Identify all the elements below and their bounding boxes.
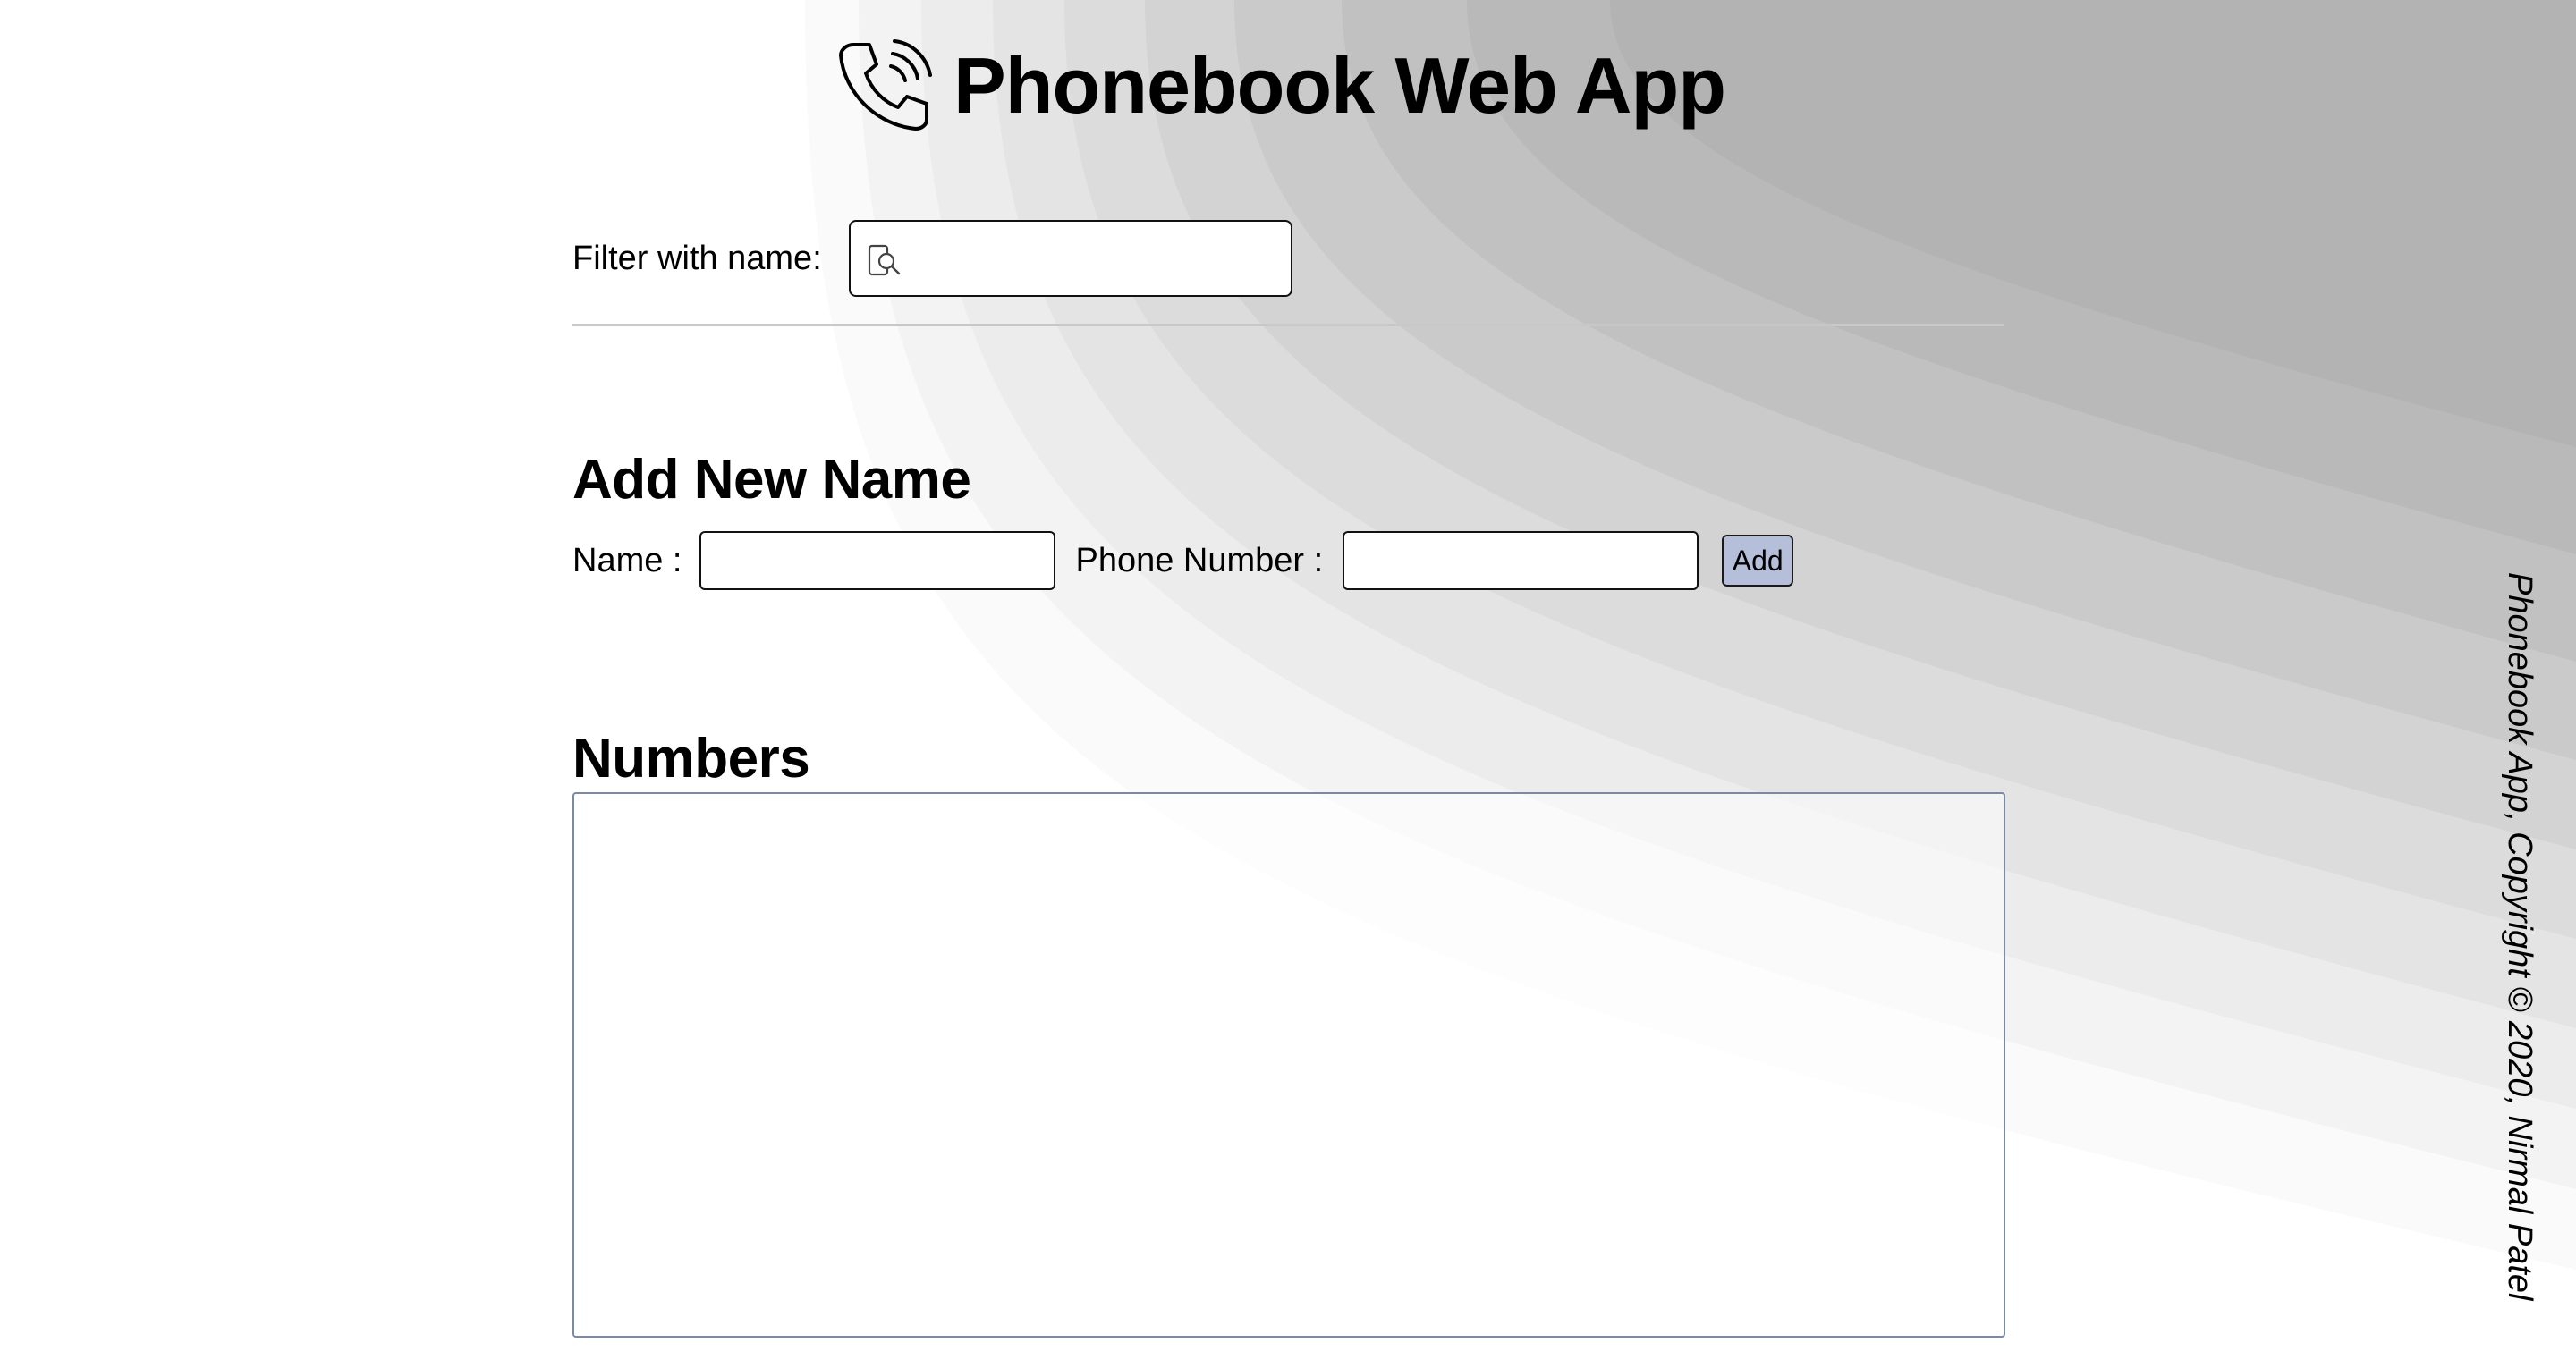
name-label: Name : (572, 541, 682, 579)
page-title: Phonebook Web App (953, 41, 1726, 130)
phone-number-input[interactable] (1343, 531, 1699, 590)
phone-number-label: Phone Number : (1075, 541, 1324, 579)
main-content: Phonebook Web App Filter with name: Add … (0, 0, 2576, 1368)
header: Phonebook Web App (834, 32, 1726, 139)
phone-ringing-icon (834, 36, 934, 136)
filter-input-wrapper[interactable] (848, 220, 1292, 297)
filter-label: Filter with name: (572, 239, 822, 277)
search-icon (867, 243, 902, 279)
name-input[interactable] (699, 531, 1056, 590)
filter-input[interactable] (912, 222, 1284, 297)
numbers-heading: Numbers (572, 728, 810, 790)
filter-bar: Filter with name: (572, 220, 1292, 297)
add-button[interactable]: Add (1722, 535, 1794, 587)
add-entry-form: Name : Phone Number : Add (572, 531, 1794, 590)
numbers-list (572, 792, 2005, 1338)
divider (572, 324, 2004, 326)
copyright-footer: Phonebook App, Copyright © 2020, Nirmal … (2501, 572, 2538, 1301)
page: Phonebook Web App Filter with name: Add … (0, 0, 2576, 1368)
add-new-name-heading: Add New Name (572, 449, 971, 511)
